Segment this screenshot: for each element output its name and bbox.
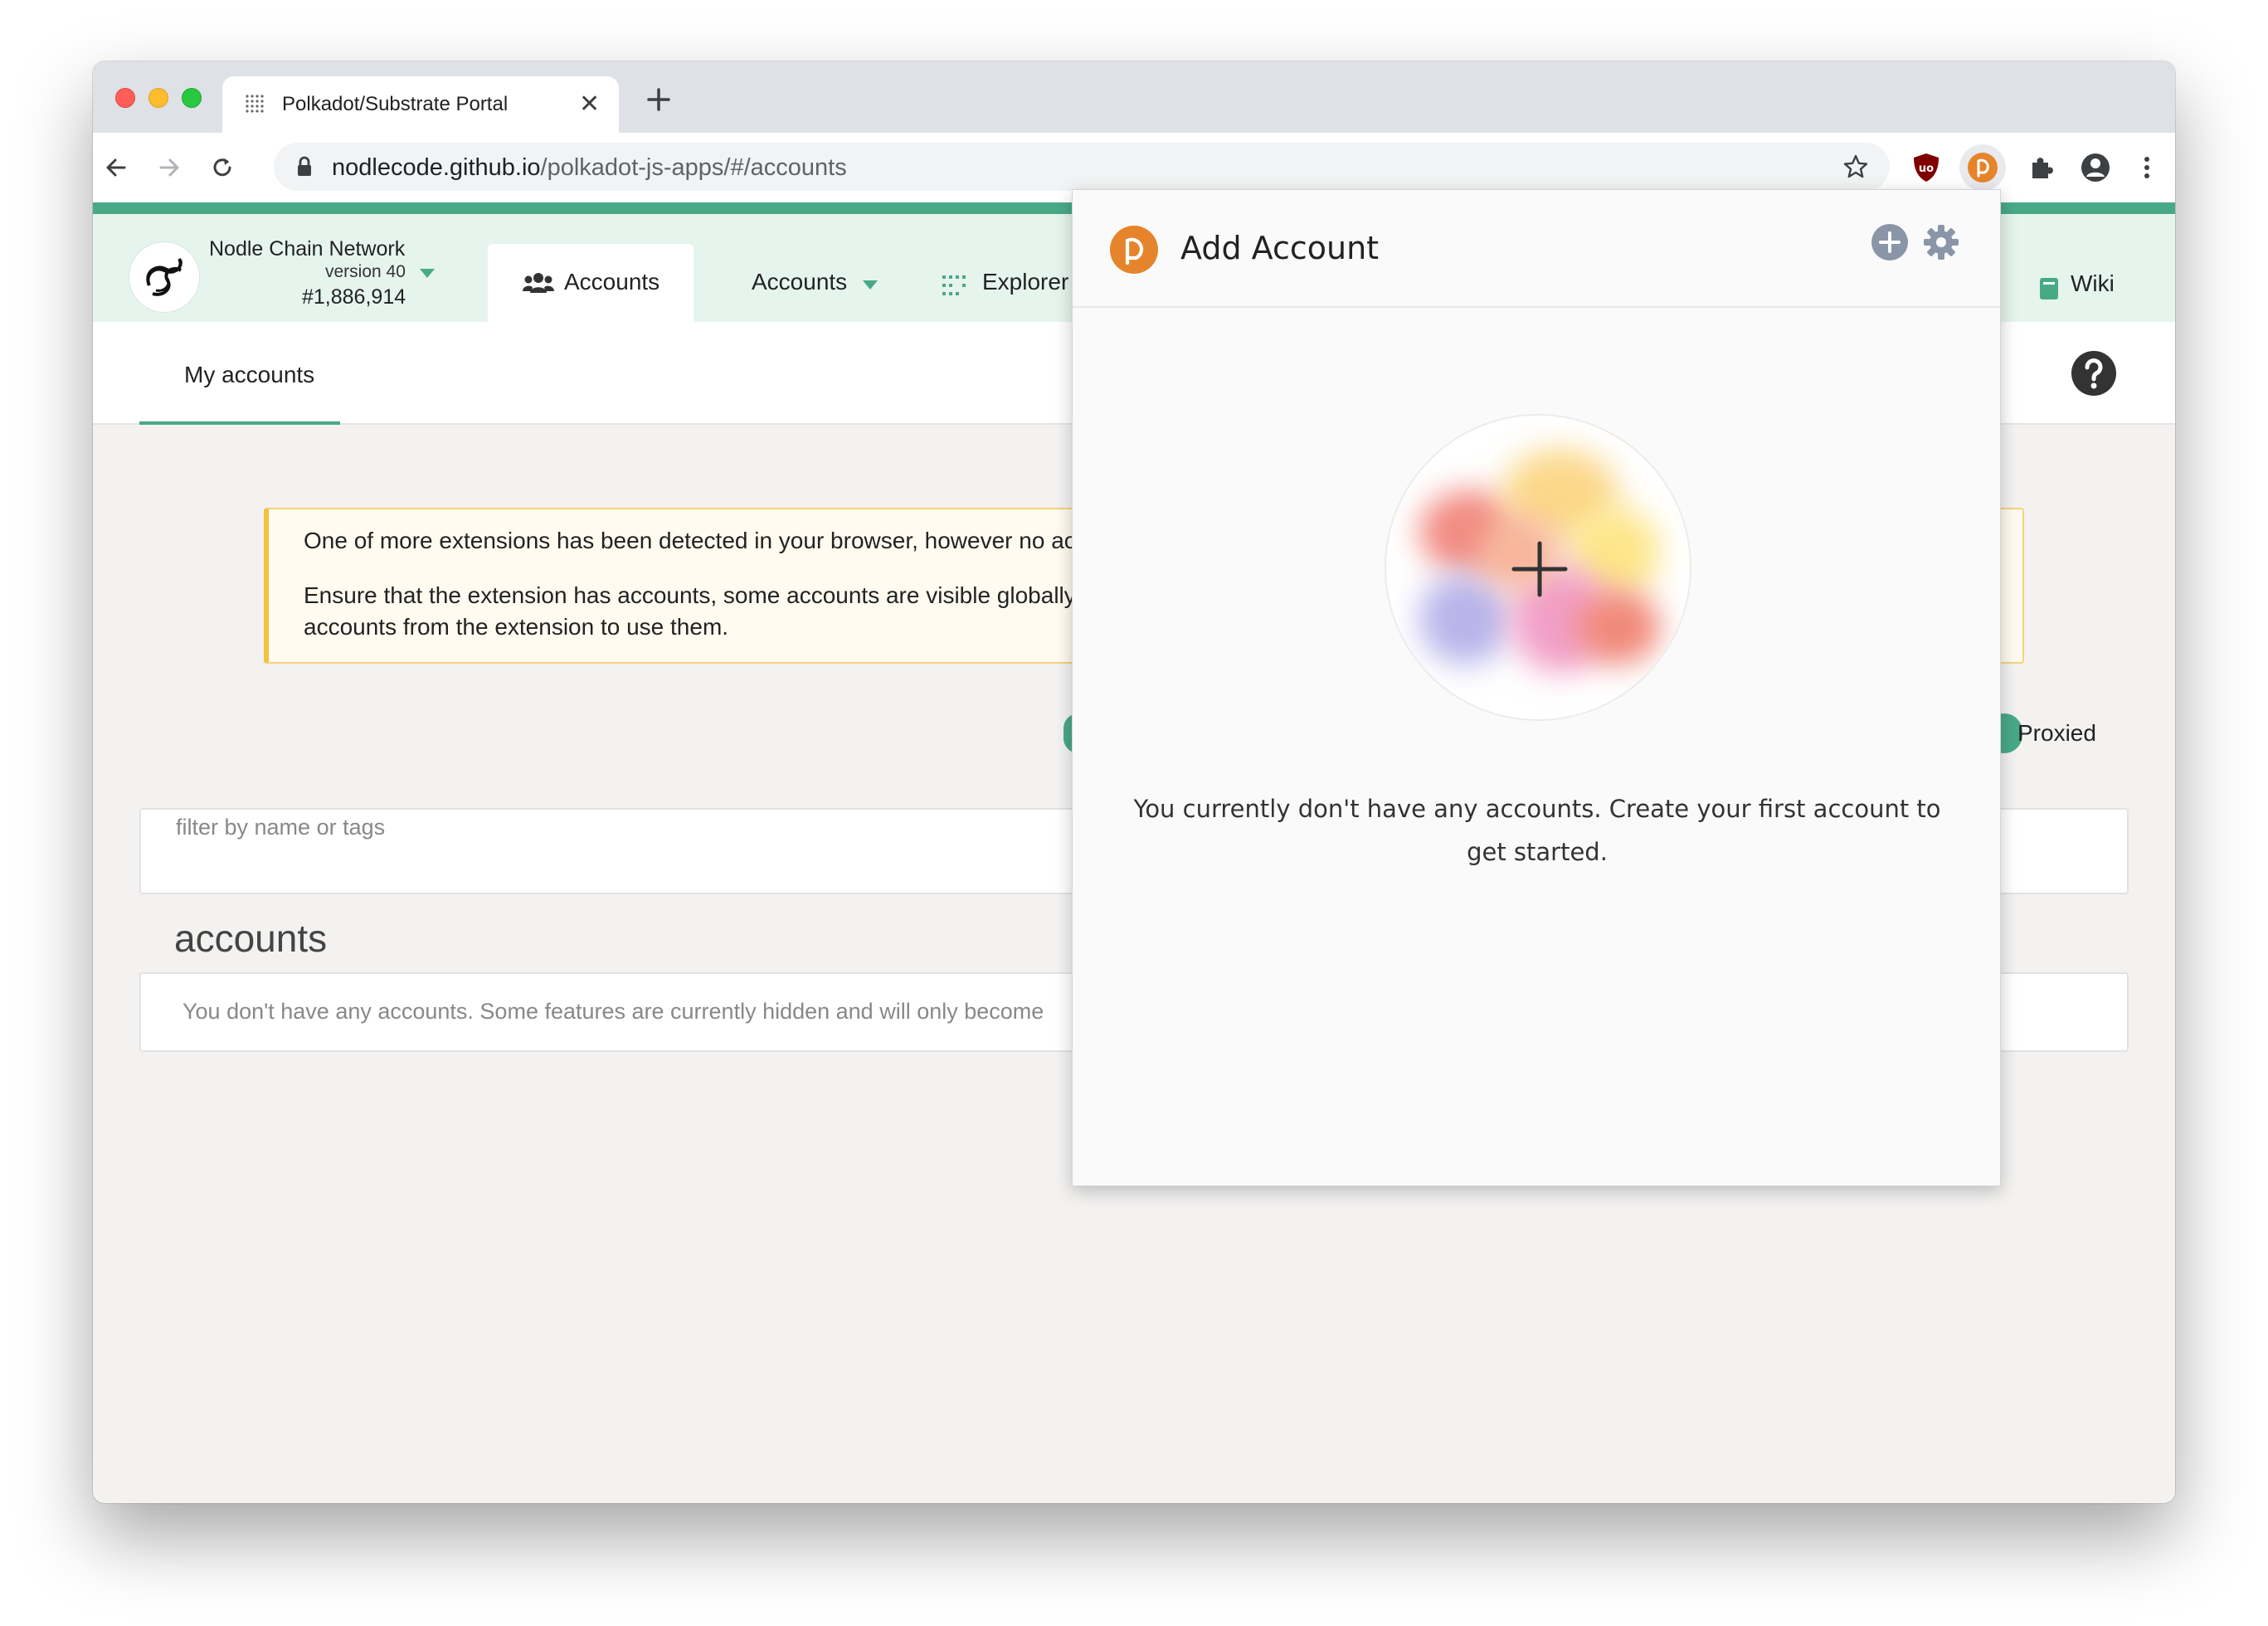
nav-tab-accounts-active[interactable]: Accounts [488, 244, 694, 322]
bookmark-star-icon[interactable] [1842, 153, 1869, 180]
subtab-my-accounts-label: My accounts [184, 362, 315, 387]
nav-accounts-label: Accounts [564, 269, 660, 295]
lock-icon[interactable] [295, 156, 314, 178]
nav-wiki[interactable]: Wiki [2071, 270, 2115, 297]
url-text[interactable]: nodlecode.github.io/polkadot-js-apps/#/a… [332, 154, 847, 182]
warning-text-line: Ensure that the extension has accounts, … [304, 582, 1076, 608]
address-bar[interactable]: nodlecode.github.io/polkadot-js-apps/#/a… [274, 143, 1890, 191]
nodle-logo-icon [146, 257, 183, 296]
explorer-grid-icon[interactable] [942, 275, 971, 295]
tab-close-icon[interactable]: ✕ [579, 90, 600, 119]
polkadot-extension-popup: Add Account You currently don't have any… [1072, 189, 2001, 1186]
polkadot-favicon-icon [246, 95, 264, 113]
ublock-shield-icon[interactable]: uo [1910, 151, 1943, 184]
browser-tab-active[interactable]: Polkadot/Substrate Portal ✕ [222, 76, 619, 133]
browser-menu-icon[interactable] [2130, 151, 2163, 184]
profile-avatar-icon[interactable] [2079, 151, 2112, 184]
create-account-button[interactable] [1385, 414, 1691, 721]
settings-gear-icon[interactable] [1922, 223, 1960, 261]
warning-text-line: accounts from the extension to use them. [304, 614, 729, 640]
url-path: /polkadot-js-apps/#/accounts [540, 154, 847, 181]
chain-dropdown-caret-icon[interactable] [420, 269, 435, 278]
warning-text-line: One of more extensions has been detected… [304, 528, 1076, 553]
chain-name[interactable]: Nodle Chain Network [209, 237, 405, 261]
window-maximize-button[interactable] [182, 88, 202, 108]
browser-window: Polkadot/Substrate Portal ✕ nodlecode.gi… [93, 61, 2175, 1503]
no-accounts-message: You currently don't have any accounts. C… [1133, 795, 1941, 866]
users-icon [523, 273, 554, 293]
chain-version: version 40 [325, 262, 406, 281]
url-host: nodlecode.github.io [332, 154, 541, 181]
proxied-button-label[interactable]: Proxied [2017, 720, 2096, 747]
accounts-heading: accounts [174, 917, 328, 960]
chain-logo[interactable] [129, 242, 199, 312]
puzzle-extensions-icon[interactable] [2026, 151, 2059, 184]
nav-explorer[interactable]: Explorer [982, 269, 1068, 295]
plus-icon [1511, 541, 1568, 597]
popup-header: Add Account [1073, 190, 2000, 308]
polkadot-extension-icon[interactable] [1966, 151, 1999, 184]
identicon-blur-blob [1577, 590, 1660, 665]
reload-icon[interactable] [209, 154, 236, 181]
filter-placeholder: filter by name or tags [176, 815, 386, 840]
window-minimize-button[interactable] [148, 88, 168, 108]
add-account-plus-icon[interactable] [1871, 223, 1909, 261]
popup-title: Add Account [1180, 230, 1380, 266]
forward-arrow-icon[interactable] [156, 154, 183, 181]
browser-tab-title: Polkadot/Substrate Portal [282, 93, 509, 115]
subtab-my-accounts[interactable]: My accounts [139, 322, 340, 425]
window-close-button[interactable] [115, 88, 135, 108]
svg-text:uo: uo [1919, 163, 1934, 175]
subtab-active-underline [139, 421, 340, 425]
polkadot-logo-icon [1110, 226, 1158, 274]
back-arrow-icon[interactable] [103, 154, 129, 181]
browser-tabstrip: Polkadot/Substrate Portal ✕ [93, 61, 2175, 133]
book-icon[interactable] [2039, 277, 2059, 300]
identicon-blur-blob [1419, 573, 1511, 665]
new-tab-icon[interactable] [644, 85, 674, 114]
chain-block-number: #1,886,914 [302, 285, 406, 309]
nav-accounts-caret-icon[interactable] [863, 280, 878, 290]
nav-accounts-menu[interactable]: Accounts [752, 269, 847, 295]
help-question-icon[interactable] [2071, 350, 2117, 397]
accounts-empty-text: You don't have any accounts. Some featur… [183, 999, 1044, 1024]
